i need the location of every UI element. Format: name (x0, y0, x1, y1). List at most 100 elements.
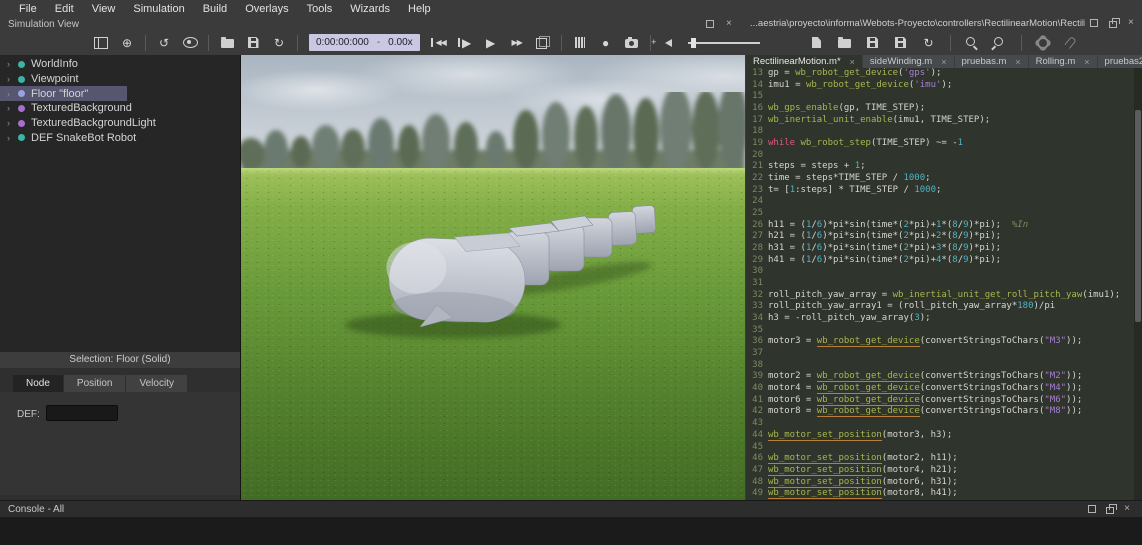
code-text: steps = steps + 1; (768, 161, 866, 173)
step-button[interactable]: ▶ (452, 33, 478, 53)
selection-tab-node[interactable]: Node (13, 375, 63, 392)
find-button[interactable] (960, 33, 984, 53)
line-number: 25 (748, 208, 763, 220)
minimize-icon[interactable] (1090, 19, 1098, 27)
console-output (0, 517, 1142, 545)
code-line-42: 42motor8 = wb_robot_get_device(convertSt… (746, 406, 1134, 418)
tree-item-texturedbackgroundlight[interactable]: ›TexturedBackgroundLight (0, 116, 240, 131)
line-number: 17 (748, 115, 763, 127)
undock-icon[interactable] (706, 20, 714, 28)
rewind-button[interactable]: ◀◀ (426, 33, 452, 53)
tree-item-floor-floor[interactable]: › Floor "floor" (0, 86, 127, 101)
chevron-right-icon[interactable]: › (7, 74, 16, 84)
menu-edit[interactable]: Edit (46, 2, 83, 16)
menu-build[interactable]: Build (194, 2, 236, 16)
editor-tab-rolling-m[interactable]: Rolling.m× (1029, 55, 1097, 68)
chevron-right-icon[interactable]: › (7, 89, 16, 99)
open-world-button[interactable] (214, 33, 240, 53)
def-label: DEF: (17, 409, 40, 420)
tree-item-viewpoint[interactable]: ›Viewpoint (0, 72, 240, 87)
revert-file-button[interactable]: ↻ (917, 33, 941, 53)
node-dot-icon (18, 105, 25, 112)
line-number: 37 (748, 348, 763, 360)
chevron-right-icon[interactable]: › (7, 59, 16, 69)
tree-item-texturedbackground[interactable]: ›TexturedBackground (0, 101, 240, 116)
restore-viewpoint-button[interactable] (177, 33, 203, 53)
code-line-22: 22time = steps*TIME_STEP / 1000; (746, 173, 1134, 185)
simulation-view-title: Simulation View (8, 19, 79, 30)
close-icon[interactable]: × (726, 20, 732, 28)
code-line-44: 44wb_motor_set_position(motor3, h3); (746, 430, 1134, 442)
record-icon: ● (602, 37, 609, 49)
record-button[interactable]: ● (593, 33, 619, 53)
reset-simulation-button[interactable]: ↺ (151, 33, 177, 53)
code-text: time = steps*TIME_STEP / 1000; (768, 173, 931, 185)
close-tab-icon[interactable]: × (941, 57, 946, 67)
reload-world-button[interactable]: ↻ (266, 33, 292, 53)
movie-button[interactable] (567, 33, 593, 53)
close-icon[interactable]: × (1128, 19, 1134, 27)
menu-file[interactable]: File (10, 2, 46, 16)
new-file-icon (812, 37, 821, 48)
save-as-button[interactable] (889, 33, 913, 53)
find-replace-button[interactable] (988, 33, 1012, 53)
open-file-button[interactable] (833, 33, 857, 53)
restore-icon[interactable] (1109, 21, 1117, 28)
code-line-37: 37 (746, 348, 1134, 360)
code-text: roll_pitch_yaw_array1 = (roll_pitch_yaw_… (768, 301, 1055, 313)
preferences-button[interactable] (1031, 33, 1055, 53)
menu-simulation[interactable]: Simulation (124, 2, 193, 16)
chevron-right-icon[interactable]: › (7, 133, 16, 143)
toggle-panel-button[interactable] (88, 33, 114, 53)
attach-button[interactable] (1059, 33, 1083, 53)
menu-help[interactable]: Help (399, 2, 440, 16)
def-input[interactable] (46, 405, 118, 421)
save-as-icon (895, 37, 906, 48)
volume-slider-handle[interactable] (691, 38, 696, 48)
tree-item-worldinfo[interactable]: ›WorldInfo (0, 57, 240, 72)
code-line-21: 21steps = steps + 1; (746, 161, 1134, 173)
restore-icon[interactable] (1106, 507, 1114, 514)
chevron-right-icon[interactable]: › (7, 118, 16, 128)
screenshot-button[interactable] (619, 33, 645, 53)
add-node-button[interactable]: ⊕ (114, 33, 140, 53)
sound-button[interactable] (656, 33, 682, 53)
fast-forward-button[interactable]: ▶▶ (504, 33, 530, 53)
editor-scrollbar[interactable] (1134, 68, 1142, 500)
editor-tab-sidewinding-m[interactable]: sideWinding.m× (863, 55, 954, 68)
code-line-18: 18 (746, 126, 1134, 138)
menu-view[interactable]: View (83, 2, 125, 16)
code-line-23: 23t= [1:steps] * TIME_STEP / 1000; (746, 185, 1134, 197)
close-icon[interactable]: × (1124, 505, 1130, 513)
save-world-button[interactable] (240, 33, 266, 53)
line-number: 36 (748, 336, 763, 348)
selection-tab-velocity[interactable]: Velocity (126, 375, 186, 392)
render-toggle-button[interactable] (530, 33, 556, 53)
3d-viewport[interactable] (241, 55, 745, 500)
menu-wizards[interactable]: Wizards (341, 2, 399, 16)
new-file-button[interactable] (805, 33, 829, 53)
line-number: 26 (748, 220, 763, 232)
fast-forward-icon: ▶▶ (511, 39, 521, 47)
tree-item-def-snakebot-robot[interactable]: ›DEF SnakeBot Robot (0, 130, 240, 145)
selection-tab-position[interactable]: Position (64, 375, 126, 392)
gear-icon (1037, 37, 1049, 49)
chevron-right-icon[interactable]: › (7, 103, 16, 113)
save-file-button[interactable] (861, 33, 885, 53)
close-tab-icon[interactable]: × (1015, 57, 1020, 67)
editor-tab-pruebas2022-m[interactable]: pruebas2022.m× (1098, 55, 1142, 68)
play-button[interactable]: ▶ (478, 33, 504, 53)
close-tab-icon[interactable]: × (850, 57, 855, 67)
menu-overlays[interactable]: Overlays (236, 2, 297, 16)
tree-item-label: Floor "floor" (31, 88, 88, 100)
minimize-icon[interactable] (1088, 505, 1096, 513)
menu-tools[interactable]: Tools (298, 2, 342, 16)
close-tab-icon[interactable]: × (1084, 57, 1089, 67)
editor-tab-rectilinearmotion-m[interactable]: RectilinearMotion.m*× (746, 55, 862, 68)
selection-tabs: NodePositionVelocity (13, 375, 240, 392)
editor-tab-pruebas-m[interactable]: pruebas.m× (955, 55, 1028, 68)
code-text: wb_motor_set_position(motor8, h41); (768, 488, 958, 500)
line-number: 13 (748, 68, 763, 80)
scrollbar-handle[interactable] (1135, 110, 1141, 322)
code-editor[interactable]: 13gp = wb_robot_get_device('gps');14imu1… (746, 68, 1134, 500)
